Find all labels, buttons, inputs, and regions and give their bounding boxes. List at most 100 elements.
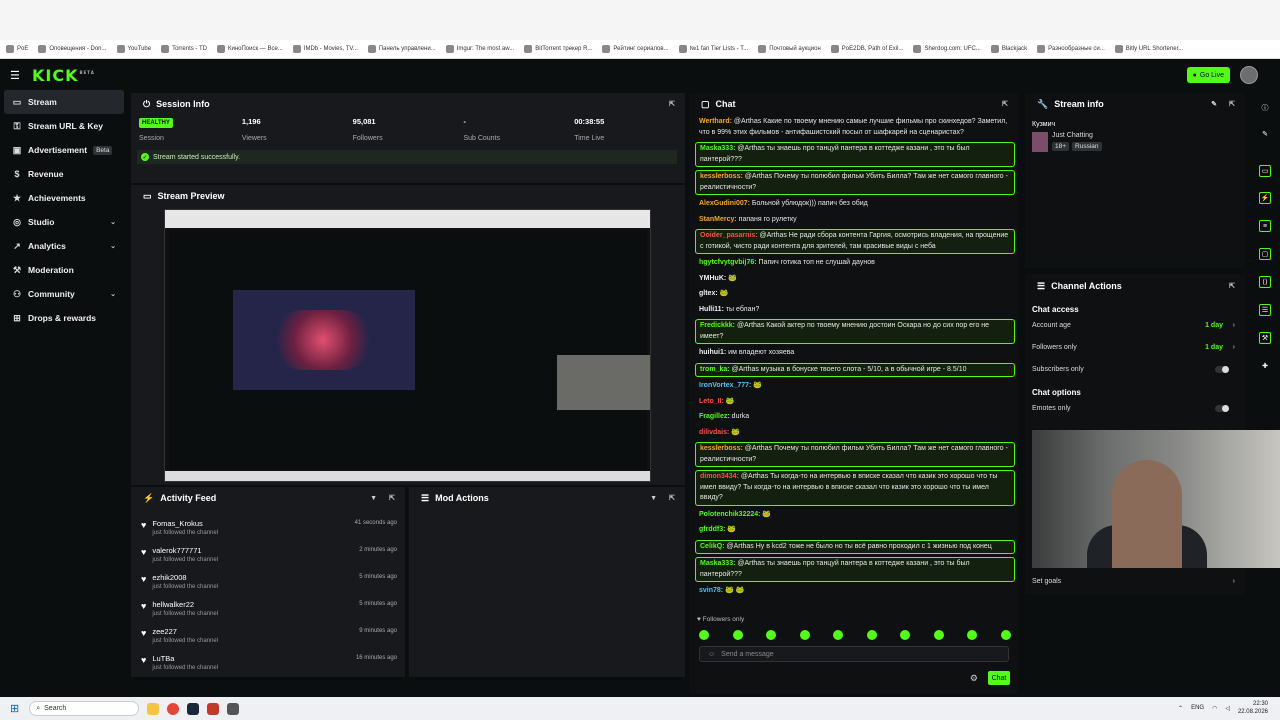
chat-message[interactable]: dimon3434: @Arthas Ты когда-то на интерв… [695,470,1015,506]
emote-icon[interactable] [699,630,709,640]
chat-message[interactable]: gfrddf3: 🐸 [695,524,1015,537]
external-link-icon[interactable]: ⇱ [389,494,395,502]
chrome-icon[interactable] [167,702,180,715]
bookmark-item[interactable]: Torrents - TD [161,45,207,53]
chat-username[interactable]: kesslerboss: [700,445,743,452]
emote-icon[interactable] [967,630,978,640]
sidebar-item-studio[interactable]: ◎ Studio ⌄ [0,210,128,234]
folder-icon[interactable] [147,702,160,715]
bookmark-item[interactable]: КиноПоиск — Все... [217,45,283,53]
sidebar-item-drops-rewards[interactable]: ⊞ Drops & rewards [0,306,128,330]
chat-message[interactable]: Maska333: @Arthas ты знаешь про танцуй п… [695,557,1015,582]
chat-messages[interactable]: Werthard: @Arthas Какие по твоему мнению… [695,116,1015,616]
emote-icon[interactable] [732,630,743,640]
account-age-setting[interactable]: Account age 1 day › [1025,314,1245,336]
language-indicator[interactable]: ENG [1191,705,1204,711]
chat-username[interactable]: IronVortex_777: [699,382,751,389]
chat-username[interactable]: gltex: [699,290,718,297]
bookmark-item[interactable]: Панель управлени... [367,45,436,53]
chat-username[interactable]: hgytcfvytgvbij76: [699,259,757,266]
go-live-button[interactable]: ● Go Live [1186,67,1230,83]
chat-message[interactable]: huihui1: им владеют хозяева [695,347,1015,360]
chat-username[interactable]: kesslerboss: [700,173,743,180]
chat-message[interactable]: Maska333: @Arthas ты знаешь про танцуй п… [695,142,1015,167]
menu-icon[interactable]: ☰ [10,69,22,82]
chat-message[interactable]: Hulli11: ты еблан? [695,304,1015,317]
followers-only-setting[interactable]: Followers only 1 day › [1025,336,1245,358]
bookmark-item[interactable]: Оповещения - Don... [38,45,107,53]
external-link-icon[interactable]: ⇱ [1229,100,1235,108]
chat-username[interactable]: Hulli11: [699,306,724,313]
emote-icon[interactable] [866,630,877,640]
bookmark-item[interactable]: Bitly URL Shortener... [1114,45,1183,53]
chat-message[interactable]: kesslerboss: @Arthas Почему ты полюбил ф… [695,442,1015,467]
chat-message[interactable]: CelikQ: @Arthas Ну в kcd2 тоже не было н… [695,539,1015,554]
panel-icon[interactable]: ▭ [1259,165,1271,177]
sidebar-item-revenue[interactable]: $ Revenue [0,162,128,186]
chat-username[interactable]: gfrddf3: [699,526,725,533]
plus-icon[interactable]: ✚ [1259,360,1271,372]
chat-message[interactable]: Fragillez: durka [695,411,1015,424]
bookmark-item[interactable]: Рейтинг сериалов... [602,45,669,53]
stream-preview-video[interactable] [164,209,651,482]
chat-username[interactable]: Polotenchik32224: [699,511,760,518]
external-link-icon[interactable]: ⇱ [1002,100,1008,108]
bookmark-item[interactable]: №1 fan Tier Lists - T... [678,45,748,53]
external-link-icon[interactable]: ⇱ [669,494,675,502]
chat-username[interactable]: Ooider_pasarnis: [700,232,758,239]
bookmark-item[interactable]: PoE2DB, Path of Exil... [830,45,903,53]
emote-icon[interactable] [933,630,944,640]
emotes-only-toggle[interactable] [1215,404,1229,412]
chat-message[interactable]: hgytcfvytgvbij76: Папич готика топ не сл… [695,257,1015,270]
steam-icon[interactable] [187,702,200,715]
filter-icon[interactable]: ▼ [370,495,377,502]
bookmark-item[interactable]: Imgur: The most aw... [445,45,514,53]
subscribers-only-toggle[interactable] [1215,365,1229,373]
sidebar-item-stream[interactable]: ▭ Stream [4,90,124,114]
info-icon[interactable]: ⓘ [1259,102,1271,114]
chat-username[interactable]: huihui1: [699,349,726,356]
emote-icon[interactable] [900,630,911,640]
sidebar-item-advertisement[interactable]: ▣ Advertisement Beta [0,138,128,162]
chat-message[interactable]: gltex: 🐸 [695,288,1015,301]
chat-icon[interactable]: ▢ [1259,248,1271,260]
gear-icon[interactable] [227,702,240,715]
code-icon[interactable]: ⟨⟩ [1259,276,1271,288]
chevron-up-icon[interactable]: ⌃ [1178,705,1183,712]
chat-send-button[interactable]: Chat [988,671,1010,685]
list-icon[interactable]: ≡ [1259,220,1271,232]
avatar[interactable] [1240,66,1258,84]
chat-username[interactable]: StanMercy: [699,216,737,223]
bolt-icon[interactable]: ⚡ [1259,192,1271,204]
chat-username[interactable]: YMHuK: [699,275,726,282]
chat-message[interactable]: Polotenchik32224: 🐸 [695,509,1015,522]
bookmark-item[interactable]: Sherdog.com: UFC... [913,45,981,53]
chat-message[interactable]: svin78: 🐸 🐸 [695,585,1015,598]
chat-message[interactable]: Ooider_pasarnis: @Arthas Не ради сбора к… [695,229,1015,254]
chat-username[interactable]: Maska333: [700,560,735,567]
bookmark-item[interactable]: PoE [6,45,28,53]
chat-username[interactable]: trom_ka: [700,366,730,373]
bookmark-item[interactable]: BitTorrent трекер R... [524,45,592,53]
chat-username[interactable]: Fredickkk: [700,322,735,329]
chat-username[interactable]: Leto_II: [699,398,724,405]
emote-icon[interactable] [766,630,777,640]
bookmark-item[interactable]: Почтовый аукцион [758,45,821,53]
kick-logo[interactable]: KICKBETA [32,66,95,85]
bookmark-item[interactable]: Blackjack [990,45,1027,53]
chat-message[interactable]: IronVortex_777: 🐸 [695,380,1015,393]
bookmark-item[interactable]: YouTube [116,45,151,53]
chat-message[interactable]: YMHuK: 🐸 [695,273,1015,286]
sidebar-item-moderation[interactable]: ⚒ Moderation [0,258,128,282]
external-link-icon[interactable]: ⇱ [1229,282,1235,290]
chat-message[interactable]: Werthard: @Arthas Какие по твоему мнению… [695,116,1015,139]
chat-username[interactable]: Fragillez: [699,413,730,420]
sidebar-item-achievements[interactable]: ★ Achievements [0,186,128,210]
chat-username[interactable]: dilivdais: [699,429,729,436]
chat-username[interactable]: svin78: [699,587,723,594]
gear-icon[interactable]: ⚙ [970,673,978,684]
chat-message[interactable]: trom_ka: @Arthas музыка в бонуске твоего… [695,362,1015,377]
chat-message[interactable]: Leto_II: 🐸 [695,396,1015,409]
wifi-icon[interactable]: ◠ [1212,705,1217,712]
sidebar-item-stream-url-key[interactable]: ⚿ Stream URL & Key [0,114,128,138]
